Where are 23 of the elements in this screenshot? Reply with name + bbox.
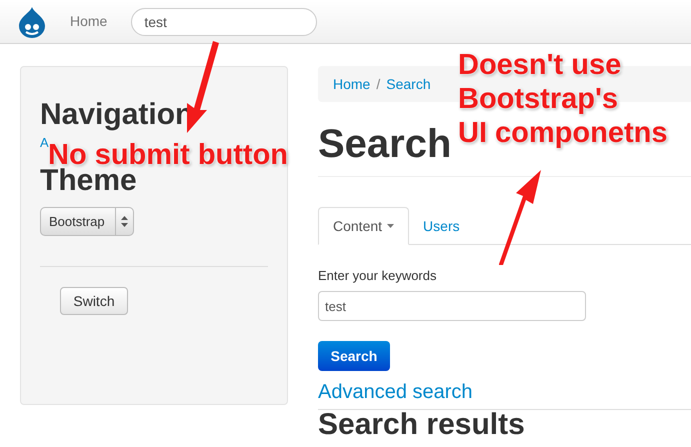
annotation-text: UI componetns — [458, 116, 668, 150]
annotation-text: Bootstrap's — [458, 82, 618, 116]
switch-button[interactable]: Switch — [60, 287, 128, 315]
keywords-field[interactable]: test — [318, 291, 586, 321]
page-title: Search — [318, 121, 452, 168]
navigation-link[interactable]: A — [40, 133, 49, 153]
search-field[interactable]: test — [131, 8, 318, 36]
drop-logo-icon[interactable] — [18, 6, 46, 38]
search-button[interactable]: Search — [318, 341, 390, 371]
breadcrumb-separator: / — [375, 74, 382, 94]
breadcrumb-link[interactable]: Home — [333, 74, 370, 94]
tab[interactable]: Content — [318, 207, 410, 245]
annotation-text: Doesn't use — [458, 48, 622, 82]
field-label: Enter your keywords — [318, 267, 436, 285]
sidebar-heading: Theme — [40, 164, 137, 199]
theme-select[interactable]: Bootstrap — [40, 207, 134, 236]
stepper-icon — [121, 216, 128, 227]
home-link[interactable]: Home — [70, 11, 108, 32]
section-heading: Search results — [318, 410, 525, 440]
breadcrumb-link[interactable]: Search — [386, 74, 431, 94]
tab[interactable]: Users — [409, 207, 474, 245]
sidebar-heading: Navigation — [40, 97, 194, 133]
advanced-search-link[interactable]: Advanced search — [318, 379, 473, 405]
